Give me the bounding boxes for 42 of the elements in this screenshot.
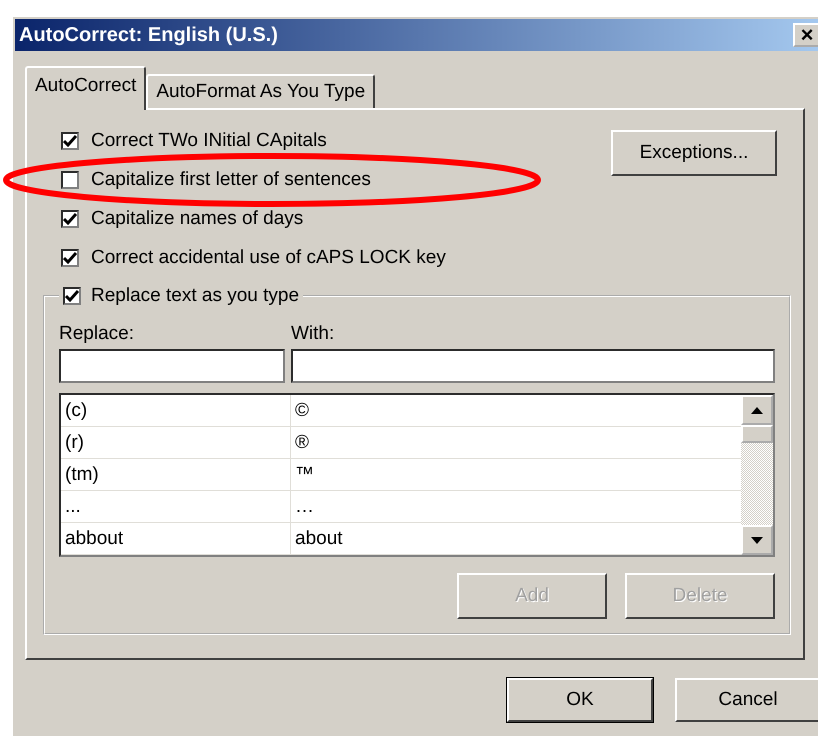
- table-cell: ...: [61, 491, 291, 522]
- replacement-list[interactable]: (c) © (r) ® (tm) ™ ... … abbout about: [59, 393, 775, 557]
- check-icon: [63, 135, 77, 147]
- option-label: Correct TWo INitial CApitals: [91, 130, 327, 152]
- dialog-button[interactable]: Cancel: [675, 678, 818, 722]
- up-arrow-icon: [751, 406, 763, 414]
- table-cell-text: …: [294, 494, 315, 518]
- replace-label: Replace:: [59, 323, 135, 345]
- table-cell: abbout: [61, 523, 291, 554]
- checkbox[interactable]: [61, 132, 79, 150]
- tab[interactable]: AutoCorrect: [25, 66, 146, 110]
- option-label: Capitalize names of days: [91, 208, 304, 230]
- option-label: Correct accidental use of cAPS LOCK key: [91, 247, 446, 269]
- table-cell-text: about: [294, 526, 344, 550]
- replace-field[interactable]: [59, 349, 285, 383]
- dialog-button[interactable]: OK: [507, 678, 653, 722]
- table-cell-text: ©: [294, 398, 310, 422]
- table-cell-text: ®: [294, 430, 310, 454]
- with-field[interactable]: [291, 349, 775, 383]
- table-cell: (tm): [61, 459, 291, 490]
- option-label: Capitalize first letter of sentences: [91, 169, 371, 191]
- checkbox[interactable]: [63, 287, 81, 305]
- table-cell: (c): [61, 395, 291, 426]
- window-title: AutoCorrect: English (U.S.): [19, 24, 278, 46]
- with-label: With:: [291, 323, 336, 345]
- scroll-down-button[interactable]: [741, 525, 773, 555]
- check-icon: [65, 290, 79, 302]
- check-icon: [63, 252, 77, 264]
- checkbox[interactable]: [61, 171, 79, 189]
- group-label: Replace text as you type: [91, 285, 300, 307]
- tab[interactable]: AutoFormat As You Type: [146, 74, 376, 108]
- check-icon: [63, 213, 77, 225]
- checkbox[interactable]: [61, 249, 79, 267]
- scrollbar[interactable]: [741, 395, 773, 555]
- down-arrow-icon: [751, 536, 763, 544]
- table-cell: (r): [61, 427, 291, 458]
- table-cell-text: ™: [294, 462, 315, 486]
- scroll-thumb[interactable]: [741, 425, 773, 443]
- scroll-up-button[interactable]: [741, 395, 773, 425]
- exceptions-button[interactable]: Exceptions...: [611, 130, 777, 176]
- checkbox[interactable]: [61, 210, 79, 228]
- close-button[interactable]: ×: [793, 23, 818, 47]
